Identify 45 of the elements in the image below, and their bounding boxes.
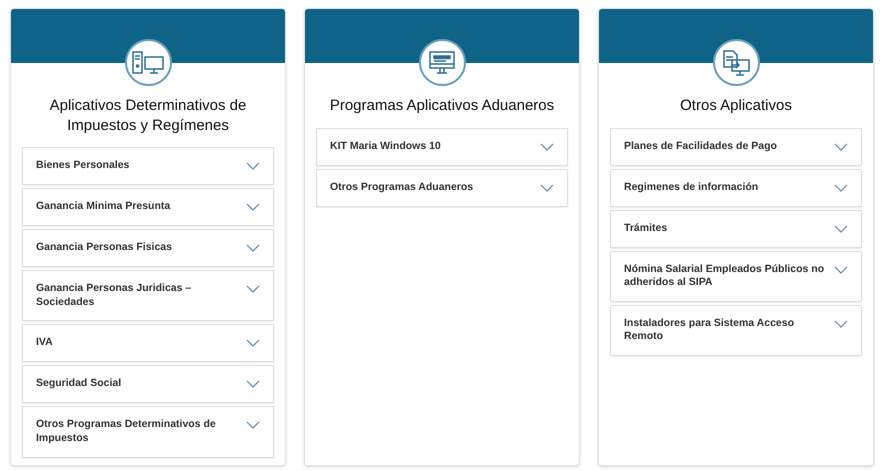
accordion-item[interactable]: Nómina Salarial Empleados Públicos no adheridos al SIPA [610, 250, 862, 302]
chevron-down-icon [246, 339, 260, 348]
chevron-down-icon [540, 184, 554, 192]
accordion-label: IVA [36, 336, 53, 350]
chevron-down-icon [246, 285, 260, 293]
accordion-label: Otros Programas Aduaneros [330, 180, 474, 194]
accordion-item[interactable]: Trámites [610, 210, 862, 248]
accordion-item[interactable]: Bienes Personales [22, 147, 274, 185]
accordion-item[interactable]: Ganancia Personas Fisicas [22, 229, 274, 267]
accordion-item[interactable]: Otros Programas Determinativos de Impuestos [22, 406, 274, 458]
accordion-label: Regimenes de información [624, 180, 758, 194]
chevron-down-icon [246, 162, 260, 170]
chevron-down-icon [246, 380, 260, 388]
accordion-label: KIT Maria Windows 10 [330, 140, 441, 154]
accordion-item[interactable]: IVA [22, 324, 274, 362]
accordion-label: Seguridad Social [36, 377, 122, 391]
card-title: Aplicativos Determinativos de Impuestos y Regímenes [48, 96, 248, 135]
accordion-item[interactable]: Instaladores para Sistema Acceso Remoto [610, 304, 862, 356]
chevron-down-icon [246, 421, 260, 430]
accordion-item[interactable]: Seguridad Social [22, 365, 274, 404]
accordion-item[interactable]: Otros Programas Aduaneros [316, 168, 568, 206]
chevron-down-icon [834, 142, 848, 150]
card-title: Otros Aplicativos [679, 96, 793, 116]
accordion-label: Ganancia Personas Juridicas – Sociedades [36, 282, 192, 310]
accordion-item[interactable]: Regimenes de información [610, 168, 862, 206]
chevron-down-icon [834, 224, 848, 232]
chevron-down-icon [834, 184, 848, 192]
accordion-label: Ganancia Minima Presunta [36, 200, 170, 214]
accordion-label: Bienes Personales [36, 159, 130, 173]
chevron-down-icon [834, 266, 848, 274]
accordion-label: Instaladores para Sistema Acceso Remoto [624, 316, 796, 344]
accordion-label: Otros Programas Determinativos de Impuestos [36, 418, 217, 446]
accordion-item[interactable]: KIT Maria Windows 10 [316, 128, 568, 166]
chevron-down-icon [834, 320, 848, 328]
accordion-label: Nómina Salarial Empleados Públicos no adheridos al SIPA [624, 262, 826, 290]
accordion-item[interactable]: Ganancia Minima Presunta [22, 188, 274, 226]
accordion-item[interactable]: Planes de Facilidades de Pago [610, 128, 862, 166]
accordion-item[interactable]: Ganancia Personas Juridicas – Sociedades [22, 270, 274, 322]
chevron-down-icon [246, 244, 260, 252]
chevron-down-icon [540, 142, 554, 150]
chevron-down-icon [246, 203, 260, 211]
accordion-label: Planes de Facilidades de Pago [624, 140, 777, 154]
accordion-label: Ganancia Personas Fisicas [36, 241, 172, 255]
accordion-label: Trámites [624, 222, 668, 236]
card-title: Programas Aplicativos Aduaneros [328, 96, 556, 116]
